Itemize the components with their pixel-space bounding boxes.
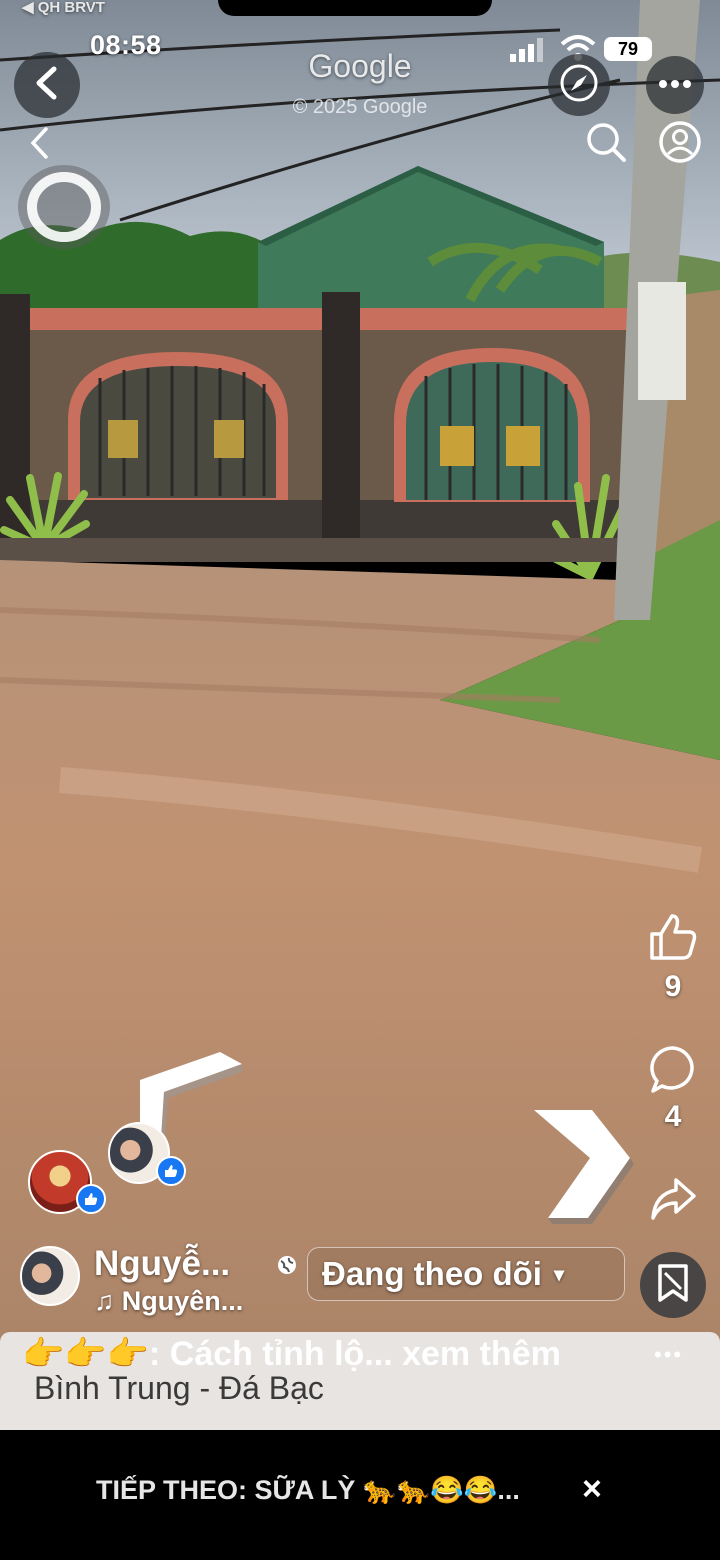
following-label: Đang theo dõi — [322, 1255, 542, 1292]
compass-button[interactable] — [548, 54, 610, 116]
camera-notch — [218, 0, 492, 16]
pegman-ring-icon[interactable] — [14, 162, 114, 257]
save-reel-icon — [655, 1263, 691, 1308]
carrier-label: ◀ QH BRVT — [22, 0, 105, 16]
like-badge-icon — [156, 1156, 186, 1186]
like-count: 9 — [664, 970, 682, 1003]
google-brand: Google — [308, 48, 412, 84]
caption-location: Bình Trung - Đá Bạc — [34, 1370, 324, 1406]
search-icon[interactable] — [584, 120, 628, 169]
back-button[interactable] — [14, 52, 80, 118]
comment-icon[interactable] — [648, 1044, 698, 1101]
close-icon[interactable]: × — [582, 1470, 602, 1509]
compass-icon — [559, 63, 599, 108]
music-track[interactable]: ♫ Nguyên... — [94, 1286, 243, 1317]
signal-icon — [510, 38, 544, 67]
following-button[interactable]: Đang theo dõi ▾ — [307, 1247, 625, 1301]
chevron-down-icon: ▾ — [553, 1263, 565, 1286]
like-badge-icon — [76, 1184, 106, 1214]
globe-icon — [276, 1254, 298, 1281]
comment-count: 4 — [664, 1100, 682, 1133]
more-icon — [658, 76, 692, 94]
author-name[interactable]: Nguyễ... — [94, 1244, 230, 1284]
more-button[interactable] — [646, 56, 704, 114]
share-icon[interactable] — [648, 1174, 698, 1229]
caption-more-icon[interactable]: ••• — [654, 1342, 683, 1368]
thumbs-up-icon[interactable] — [646, 910, 700, 969]
save-reel-button[interactable] — [640, 1252, 706, 1318]
caption-text[interactable]: 👉👉👉: Cách tỉnh lộ... xem thêm — [22, 1334, 561, 1374]
back-arrow-icon — [32, 66, 62, 105]
battery-indicator: 79 — [604, 37, 652, 61]
chevron-left-icon[interactable] — [28, 126, 52, 165]
profile-icon[interactable] — [658, 120, 702, 169]
next-up-label[interactable]: TIẾP THEO: SỮA LỲ 🐆🐆😂😂... — [96, 1474, 520, 1506]
status-time: 08:58 — [90, 30, 162, 60]
nav-arrow-right-icon[interactable] — [530, 1106, 640, 1231]
google-copyright: © 2025 Google — [292, 96, 428, 118]
author-avatar[interactable] — [20, 1246, 80, 1306]
